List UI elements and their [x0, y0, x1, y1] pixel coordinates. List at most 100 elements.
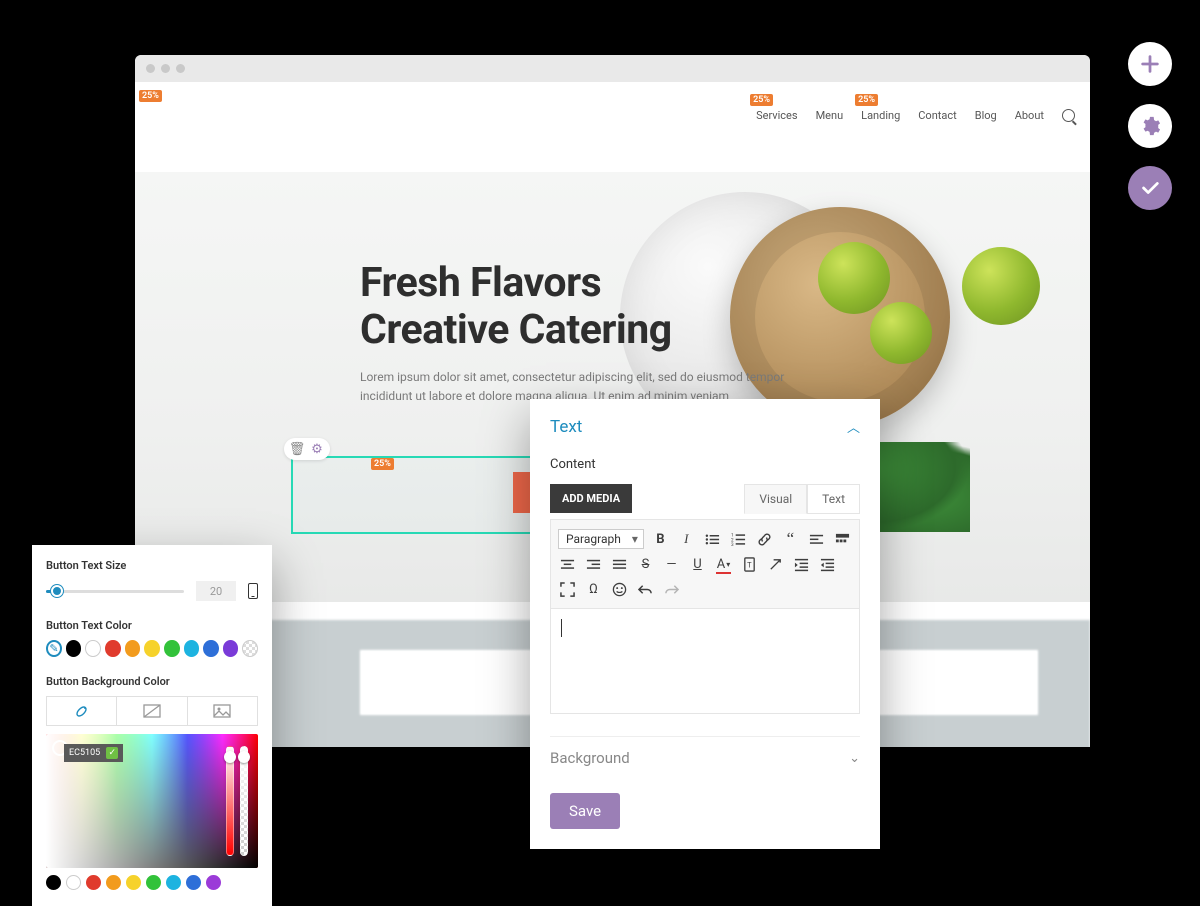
module-controls: 🗑 ⚙ — [284, 438, 330, 460]
nav-badge-landing: 25% — [855, 94, 878, 106]
add-fab[interactable] — [1128, 42, 1172, 86]
color-picker[interactable]: EC5105 ✓ — [46, 734, 258, 868]
italic-icon[interactable]: I — [677, 530, 696, 549]
align-justify-icon[interactable] — [610, 555, 629, 574]
rswatch-orange[interactable] — [106, 875, 121, 890]
indent-icon[interactable] — [792, 555, 811, 574]
module-ab-badge: 25% — [371, 458, 394, 470]
text-size-slider[interactable] — [46, 590, 184, 593]
background-section[interactable]: Background ⌄ — [550, 736, 860, 771]
panel-title: Text — [550, 417, 860, 437]
nav-landing[interactable]: 25%Landing — [861, 109, 900, 122]
text-color-swatches: ✎ — [46, 640, 258, 657]
swatch-blue[interactable] — [203, 640, 219, 657]
confirm-fab[interactable] — [1128, 166, 1172, 210]
hex-confirm-icon[interactable]: ✓ — [106, 747, 118, 759]
undo-icon[interactable] — [636, 580, 655, 599]
rswatch-black[interactable] — [46, 875, 61, 890]
editor-tabs: Visual Text — [744, 484, 860, 514]
text-color-icon[interactable]: A▾ — [714, 555, 733, 574]
nav-contact[interactable]: Contact — [918, 109, 956, 122]
nav-about[interactable]: About — [1015, 109, 1044, 122]
swatch-purple[interactable] — [223, 640, 239, 657]
recent-swatches — [46, 875, 258, 890]
hero-copy: Fresh FlavorsCreative Catering Lorem ips… — [360, 260, 800, 407]
save-button[interactable]: Save — [550, 793, 620, 829]
nav-services[interactable]: 25%Services — [756, 109, 797, 122]
eyedropper-icon[interactable]: ✎ — [46, 640, 62, 657]
tab-text[interactable]: Text — [807, 484, 860, 514]
swatch-cyan[interactable] — [184, 640, 200, 657]
rswatch-blue[interactable] — [186, 875, 201, 890]
svg-text:3: 3 — [731, 542, 734, 547]
format-select[interactable]: Paragraph — [558, 529, 644, 549]
swatch-transparent[interactable] — [242, 640, 258, 657]
swatch-red[interactable] — [105, 640, 121, 657]
bullet-list-icon[interactable] — [703, 530, 722, 549]
window-min-dot[interactable] — [161, 64, 170, 73]
hero-headline: Fresh FlavorsCreative Catering — [360, 260, 800, 354]
settings-icon[interactable]: ⚙ — [309, 441, 325, 457]
text-editor[interactable] — [550, 609, 860, 714]
bg-solid-tab[interactable] — [47, 697, 116, 725]
rswatch-cyan[interactable] — [166, 875, 181, 890]
ab-test-badge: 25% — [139, 90, 162, 102]
hr-icon[interactable]: — — [662, 555, 681, 574]
swatch-green[interactable] — [164, 640, 180, 657]
special-char-icon[interactable]: Ω — [584, 580, 603, 599]
fullscreen-icon[interactable] — [558, 580, 577, 599]
align-right-icon[interactable] — [584, 555, 603, 574]
rswatch-white[interactable] — [66, 875, 81, 890]
emoji-icon[interactable] — [610, 580, 629, 599]
link-icon[interactable] — [755, 530, 774, 549]
add-media-button[interactable]: ADD MEDIA — [550, 484, 632, 513]
window-close-dot[interactable] — [146, 64, 155, 73]
svg-text:T: T — [747, 560, 752, 569]
nav-menu[interactable]: Menu — [816, 109, 844, 122]
rswatch-purple[interactable] — [206, 875, 221, 890]
bg-image-tab[interactable] — [187, 697, 257, 725]
align-left-icon[interactable] — [807, 530, 826, 549]
nav-badge-services: 25% — [750, 94, 773, 106]
quote-icon[interactable]: “ — [781, 530, 800, 549]
saturation-slider[interactable] — [226, 746, 234, 856]
redo-icon[interactable] — [662, 580, 681, 599]
rswatch-green[interactable] — [146, 875, 161, 890]
window-titlebar — [135, 55, 1090, 82]
swatch-orange[interactable] — [125, 640, 141, 657]
align-center-icon[interactable] — [558, 555, 577, 574]
text-settings-panel: ︿ Text Content ADD MEDIA Visual Text Par… — [530, 399, 880, 849]
clear-format-icon[interactable] — [766, 555, 785, 574]
delete-icon[interactable]: 🗑 — [289, 441, 305, 457]
hex-input[interactable]: EC5105 ✓ — [64, 744, 123, 762]
content-label: Content — [550, 457, 860, 472]
bold-icon[interactable]: B — [651, 530, 670, 549]
swatch-yellow[interactable] — [144, 640, 160, 657]
button-style-panel: Button Text Size Button Text Color ✎ But… — [32, 545, 272, 906]
swatch-white[interactable] — [85, 640, 101, 657]
strikethrough-icon[interactable]: S — [636, 555, 655, 574]
responsive-icon[interactable] — [248, 583, 258, 599]
paste-text-icon[interactable]: T — [740, 555, 759, 574]
collapse-icon[interactable]: ︿ — [847, 417, 860, 436]
text-size-input[interactable] — [196, 581, 236, 601]
rswatch-yellow[interactable] — [126, 875, 141, 890]
nav-blog[interactable]: Blog — [975, 109, 997, 122]
text-size-label: Button Text Size — [46, 559, 258, 572]
window-max-dot[interactable] — [176, 64, 185, 73]
numbered-list-icon[interactable]: 123 — [729, 530, 748, 549]
search-icon[interactable] — [1062, 109, 1075, 122]
toolbar-toggle-icon[interactable] — [833, 530, 852, 549]
bg-type-tabs — [46, 696, 258, 726]
site-nav: 25%Services Menu 25%Landing Contact Blog… — [756, 109, 1075, 122]
underline-icon[interactable]: U — [688, 555, 707, 574]
tab-visual[interactable]: Visual — [744, 484, 807, 514]
alpha-slider[interactable] — [240, 746, 248, 856]
settings-fab[interactable] — [1128, 104, 1172, 148]
rswatch-red[interactable] — [86, 875, 101, 890]
outdent-icon[interactable] — [818, 555, 837, 574]
editor-toolbar: Paragraph B I 123 “ S — U A▾ T Ω — [550, 519, 860, 609]
swatch-black[interactable] — [66, 640, 82, 657]
bg-gradient-tab[interactable] — [116, 697, 186, 725]
chevron-down-icon: ⌄ — [849, 751, 860, 766]
